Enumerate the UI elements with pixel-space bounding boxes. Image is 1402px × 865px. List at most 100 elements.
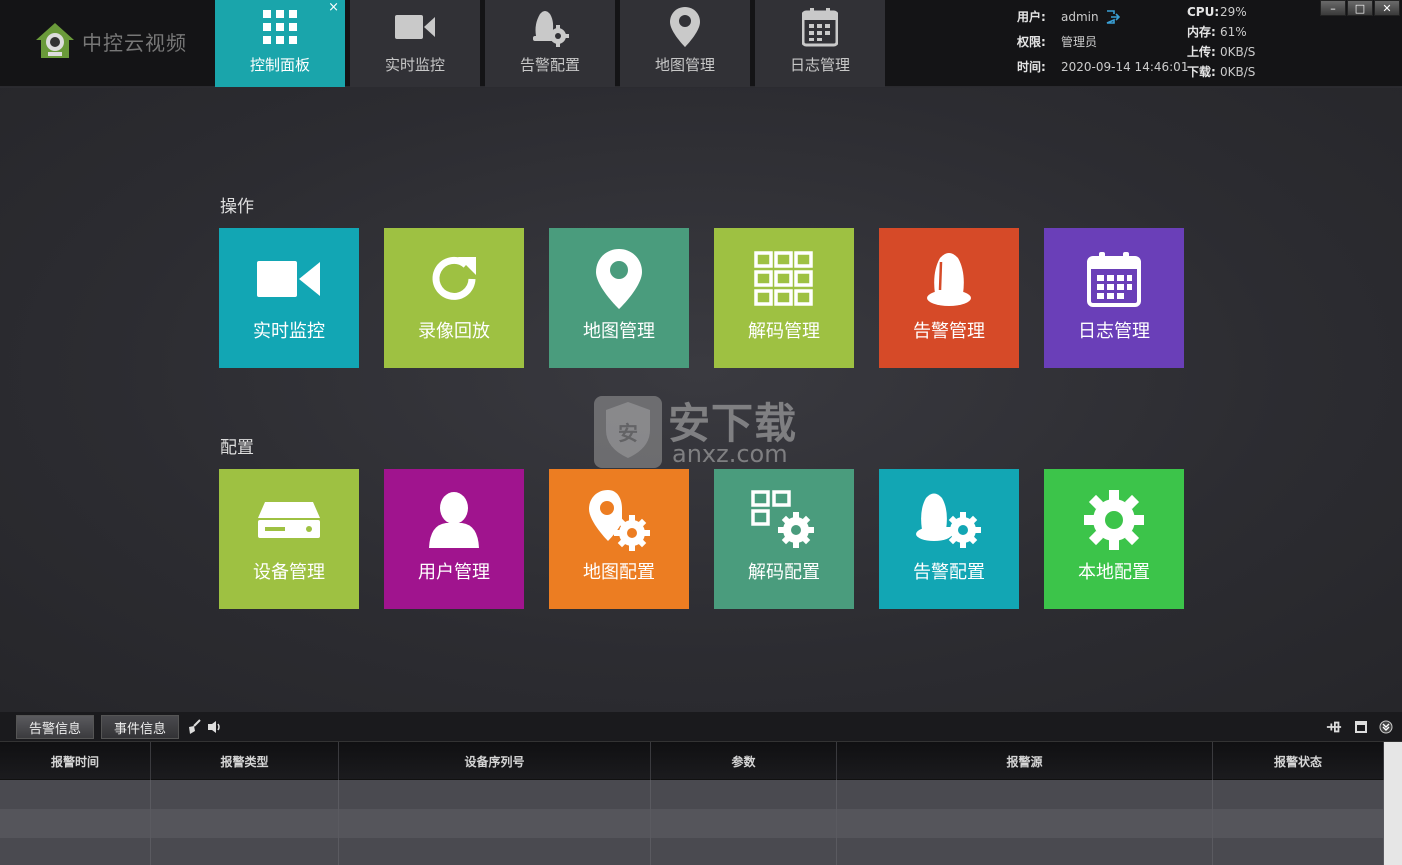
table-cell — [151, 780, 339, 809]
device-drive-icon — [257, 487, 321, 553]
logout-icon[interactable] — [1106, 10, 1121, 24]
table-cell — [1213, 809, 1384, 838]
system-stats: CPU:29% 内存: 61% 上传: 0KB/S 下载: 0KB/S — [1187, 2, 1255, 82]
watermark-shield-text: 安 — [618, 421, 638, 445]
watermark-shield-icon: 安 — [594, 396, 662, 468]
column-header[interactable]: 参数 — [651, 742, 837, 780]
pin-icon[interactable] — [1326, 719, 1342, 735]
column-header[interactable]: 报警时间 — [0, 742, 151, 780]
watermark-subtext: anxz.com — [672, 440, 788, 468]
collapse-panel-icon[interactable] — [1378, 719, 1394, 735]
dashboard-area: 操作 实时监控 录像回放 地图管理 解码管理 告警管理 日志管理 配置 设备管理… — [0, 88, 1402, 712]
window-controls: – □ ✕ — [1320, 0, 1400, 16]
table-cell — [0, 780, 151, 809]
table-cell — [339, 780, 651, 809]
tab-realtime-monitor[interactable]: 实时监控 — [350, 0, 480, 87]
time-value: 2020-09-14 14:46:01 — [1061, 60, 1189, 74]
tile-map-config[interactable]: 地图配置 — [549, 469, 689, 609]
refresh-icon — [428, 246, 480, 312]
tab-label: 控制面板 — [249, 56, 310, 74]
gear-icon — [1083, 487, 1145, 553]
tile-label: 录像回放 — [418, 321, 490, 342]
table-cell — [151, 838, 339, 865]
time-label: 时间: — [1017, 60, 1046, 74]
tab-log-management[interactable]: 日志管理 — [755, 0, 885, 87]
app-name: 中控云视频 — [82, 30, 187, 55]
tab-dashboard[interactable]: × 控制面板 — [215, 0, 345, 87]
dashboard-grid-icon — [258, 6, 302, 48]
clear-broom-icon[interactable] — [186, 719, 202, 735]
table-cell — [0, 838, 151, 865]
close-button[interactable]: ✕ — [1374, 0, 1400, 16]
role-label: 权限: — [1017, 35, 1046, 49]
table-cell — [837, 809, 1213, 838]
table-cell — [151, 809, 339, 838]
minimize-button[interactable]: – — [1320, 0, 1346, 16]
grid-3x3-icon — [754, 246, 814, 312]
cpu-value: 29% — [1220, 5, 1247, 19]
tile-label: 日志管理 — [1078, 321, 1150, 342]
column-header[interactable]: 报警类型 — [151, 742, 339, 780]
watermark: 安 安下载 anxz.com — [592, 388, 812, 478]
table-cell — [339, 809, 651, 838]
tile-decode-config[interactable]: 解码配置 — [714, 469, 854, 609]
restore-panel-icon[interactable] — [1353, 719, 1369, 735]
download-value: 0KB/S — [1220, 65, 1256, 79]
memory-label: 内存: — [1187, 25, 1216, 39]
table-row[interactable] — [0, 780, 1384, 809]
tile-alarm-config[interactable]: 告警配置 — [879, 469, 1019, 609]
column-header[interactable]: 设备序列号 — [339, 742, 651, 780]
tab-close-icon[interactable]: × — [328, 1, 339, 15]
column-header[interactable]: 报警源 — [837, 742, 1213, 780]
table-cell — [0, 809, 151, 838]
bottom-tab-bar: 告警信息 事件信息 — [0, 712, 1402, 742]
tile-realtime-monitor[interactable]: 实时监控 — [219, 228, 359, 368]
tile-log-management[interactable]: 日志管理 — [1044, 228, 1184, 368]
tab-label: 日志管理 — [789, 56, 850, 74]
download-label: 下载: — [1187, 65, 1216, 79]
grid-gear-icon — [751, 487, 817, 553]
tile-alarm-management[interactable]: 告警管理 — [879, 228, 1019, 368]
tile-label: 告警管理 — [913, 321, 985, 342]
tile-playback[interactable]: 录像回放 — [384, 228, 524, 368]
tile-label: 解码配置 — [748, 562, 820, 583]
table-scrollbar[interactable] — [1384, 742, 1402, 865]
tab-event-info[interactable]: 事件信息 — [101, 715, 180, 739]
tile-map-management[interactable]: 地图管理 — [549, 228, 689, 368]
calendar-icon — [1087, 246, 1141, 312]
section-title-operation: 操作 — [220, 197, 254, 217]
upload-value: 0KB/S — [1220, 45, 1256, 59]
table-cell — [651, 838, 837, 865]
tab-label: 实时监控 — [384, 56, 445, 74]
tile-label: 设备管理 — [253, 562, 325, 583]
tile-label: 用户管理 — [418, 562, 490, 583]
session-info: 用户: admin 权限: 管理员 时间: 2020-09-14 14:46:01 — [1017, 7, 1188, 77]
memory-value: 61% — [1220, 25, 1247, 39]
tile-label: 地图配置 — [583, 562, 655, 583]
tile-user-management[interactable]: 用户管理 — [384, 469, 524, 609]
calendar-icon — [798, 6, 842, 48]
app-logo: 中控云视频 — [34, 20, 187, 62]
tab-alarm-info[interactable]: 告警信息 — [16, 715, 95, 739]
sound-icon[interactable] — [207, 719, 223, 735]
cpu-label: CPU: — [1187, 5, 1220, 19]
table-row[interactable] — [0, 809, 1384, 838]
alarm-gear-icon — [916, 487, 982, 553]
user-label: 用户: — [1017, 10, 1046, 24]
tile-device-management[interactable]: 设备管理 — [219, 469, 359, 609]
user-icon — [428, 487, 480, 553]
column-header[interactable]: 报警状态 — [1213, 742, 1384, 780]
tile-label: 本地配置 — [1078, 562, 1150, 583]
tile-decode-management[interactable]: 解码管理 — [714, 228, 854, 368]
tab-alarm-config[interactable]: 告警配置 — [485, 0, 615, 87]
maximize-button[interactable]: □ — [1347, 0, 1373, 16]
table-row[interactable] — [0, 838, 1384, 865]
alarm-config-icon — [528, 6, 572, 48]
tile-label: 解码管理 — [748, 321, 820, 342]
table-cell — [339, 838, 651, 865]
top-bar: 中控云视频 × 控制面板 实时监控 告警配置 地图管理 日志管理 用户: adm… — [0, 0, 1402, 87]
alarm-table-header: 报警时间 报警类型 设备序列号 参数 报警源 报警状态 — [0, 742, 1384, 780]
tab-label: 地图管理 — [654, 56, 715, 74]
tab-map-management[interactable]: 地图管理 — [620, 0, 750, 87]
tile-local-config[interactable]: 本地配置 — [1044, 469, 1184, 609]
